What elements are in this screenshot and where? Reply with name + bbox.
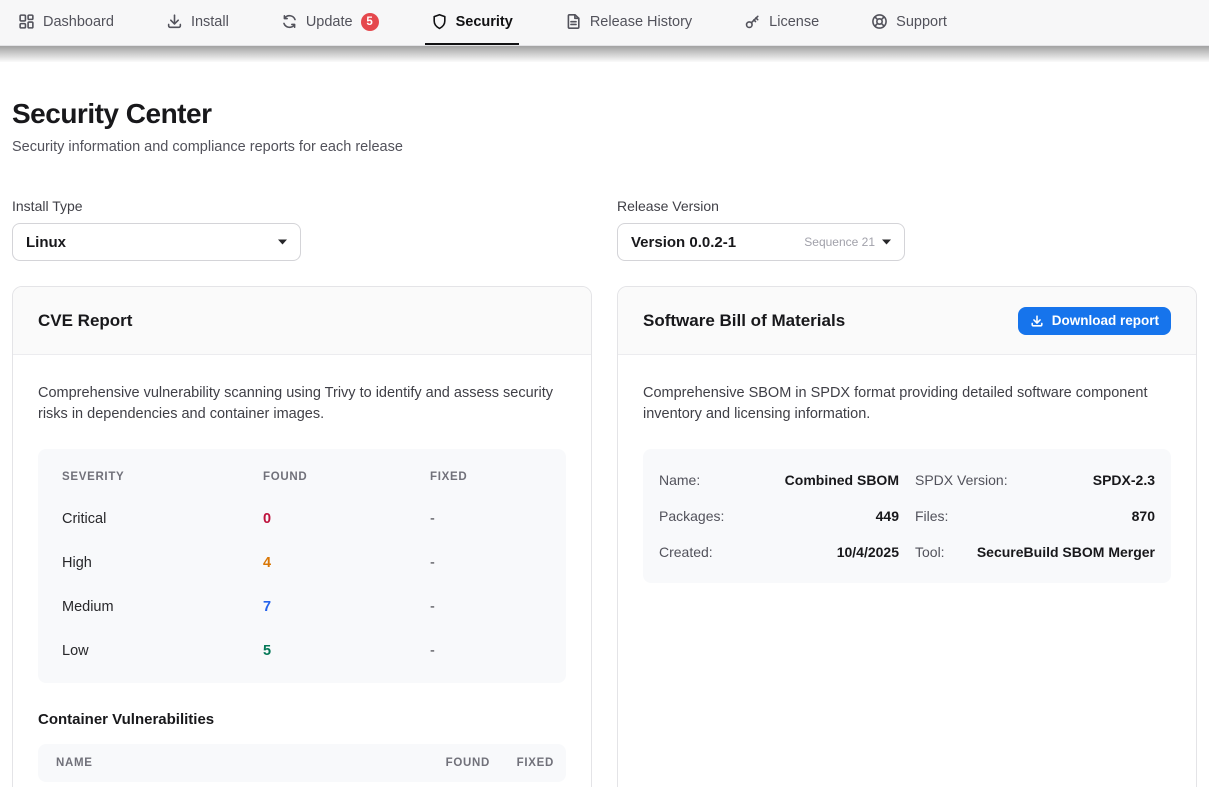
release-version-value: Version 0.0.2-1 bbox=[631, 234, 804, 251]
sbom-card-title: Software Bill of Materials bbox=[643, 311, 845, 331]
cve-card-body: Comprehensive vulnerability scanning usi… bbox=[13, 355, 591, 787]
found-col-header: FOUND bbox=[263, 471, 430, 483]
release-sequence-label: Sequence 21 bbox=[804, 235, 875, 249]
cve-report-card: CVE Report Comprehensive vulnerability s… bbox=[12, 286, 592, 787]
nav-tab-license[interactable]: License bbox=[738, 0, 825, 45]
cards-row: CVE Report Comprehensive vulnerability s… bbox=[12, 286, 1197, 787]
document-icon bbox=[565, 13, 582, 30]
nav-tab-support[interactable]: Support bbox=[865, 0, 953, 45]
sbom-detail-item: Packages: 449 bbox=[659, 498, 899, 534]
install-type-select[interactable]: Linux bbox=[12, 223, 301, 261]
sbom-details-table: Name: Combined SBOM SPDX Version: SPDX-2… bbox=[643, 449, 1171, 583]
severity-col-header: SEVERITY bbox=[62, 471, 263, 483]
filters-row: Install Type Linux Release Version Versi… bbox=[12, 198, 1197, 261]
top-nav: Dashboard Install Update 5 Security Rele… bbox=[0, 0, 1209, 46]
install-type-value: Linux bbox=[26, 234, 278, 251]
container-table-header: NAME FOUND FIXED bbox=[38, 744, 566, 782]
release-version-filter: Release Version Version 0.0.2-1 Sequence… bbox=[617, 198, 905, 261]
sbom-detail-item: Created: 10/4/2025 bbox=[659, 534, 899, 570]
sbom-detail-item: SPDX Version: SPDX-2.3 bbox=[915, 462, 1155, 498]
sbom-description: Comprehensive SBOM in SPDX format provid… bbox=[643, 383, 1155, 425]
dashboard-grid-icon bbox=[18, 13, 35, 30]
main-content: Security Center Security information and… bbox=[0, 62, 1209, 787]
cve-card-title: CVE Report bbox=[38, 311, 132, 331]
sbom-card-body: Comprehensive SBOM in SPDX format provid… bbox=[618, 355, 1196, 611]
shield-icon bbox=[431, 13, 448, 30]
download-icon bbox=[1030, 314, 1044, 328]
nav-tab-update[interactable]: Update 5 bbox=[275, 0, 385, 45]
install-type-label: Install Type bbox=[12, 198, 301, 214]
download-report-label: Download report bbox=[1052, 313, 1159, 328]
chevron-down-icon bbox=[278, 239, 287, 245]
release-version-select[interactable]: Version 0.0.2-1 Sequence 21 bbox=[617, 223, 905, 261]
download-icon bbox=[166, 13, 183, 30]
refresh-icon bbox=[281, 13, 298, 30]
chevron-down-icon bbox=[882, 239, 891, 245]
fixed-col-header: FIXED bbox=[430, 471, 542, 483]
release-version-label: Release Version bbox=[617, 198, 905, 214]
sbom-card-header: Software Bill of Materials Download repo… bbox=[618, 287, 1196, 355]
severity-row: Critical 0 - bbox=[62, 497, 542, 541]
fixed-col-header: FIXED bbox=[490, 757, 554, 769]
nav-shadow-gradient bbox=[0, 46, 1209, 62]
nav-tab-install[interactable]: Install bbox=[160, 0, 235, 45]
container-vulnerabilities-title: Container Vulnerabilities bbox=[38, 711, 566, 728]
found-col-header: FOUND bbox=[402, 757, 490, 769]
cve-description: Comprehensive vulnerability scanning usi… bbox=[38, 383, 566, 425]
lifebuoy-icon bbox=[871, 13, 888, 30]
severity-table-header: SEVERITY FOUND FIXED bbox=[62, 457, 542, 497]
severity-row: Medium 7 - bbox=[62, 585, 542, 629]
nav-tab-dashboard[interactable]: Dashboard bbox=[12, 0, 120, 45]
page-title: Security Center bbox=[12, 98, 1197, 130]
cve-card-header: CVE Report bbox=[13, 287, 591, 355]
download-report-button[interactable]: Download report bbox=[1018, 307, 1171, 335]
nav-tab-release-history[interactable]: Release History bbox=[559, 0, 698, 45]
nav-tab-security[interactable]: Security bbox=[425, 0, 519, 45]
sbom-detail-item: Tool: SecureBuild SBOM Merger bbox=[915, 534, 1155, 570]
sbom-card: Software Bill of Materials Download repo… bbox=[617, 286, 1197, 787]
severity-table: SEVERITY FOUND FIXED Critical 0 - High bbox=[38, 449, 566, 683]
name-col-header: NAME bbox=[56, 757, 402, 769]
install-type-filter: Install Type Linux bbox=[12, 198, 301, 261]
update-count-badge: 5 bbox=[361, 13, 379, 31]
severity-row: High 4 - bbox=[62, 541, 542, 585]
sbom-detail-item: Files: 870 bbox=[915, 498, 1155, 534]
sbom-detail-item: Name: Combined SBOM bbox=[659, 462, 899, 498]
severity-row: Low 5 - bbox=[62, 629, 542, 673]
page-subtitle: Security information and compliance repo… bbox=[12, 139, 1197, 155]
key-icon bbox=[744, 13, 761, 30]
